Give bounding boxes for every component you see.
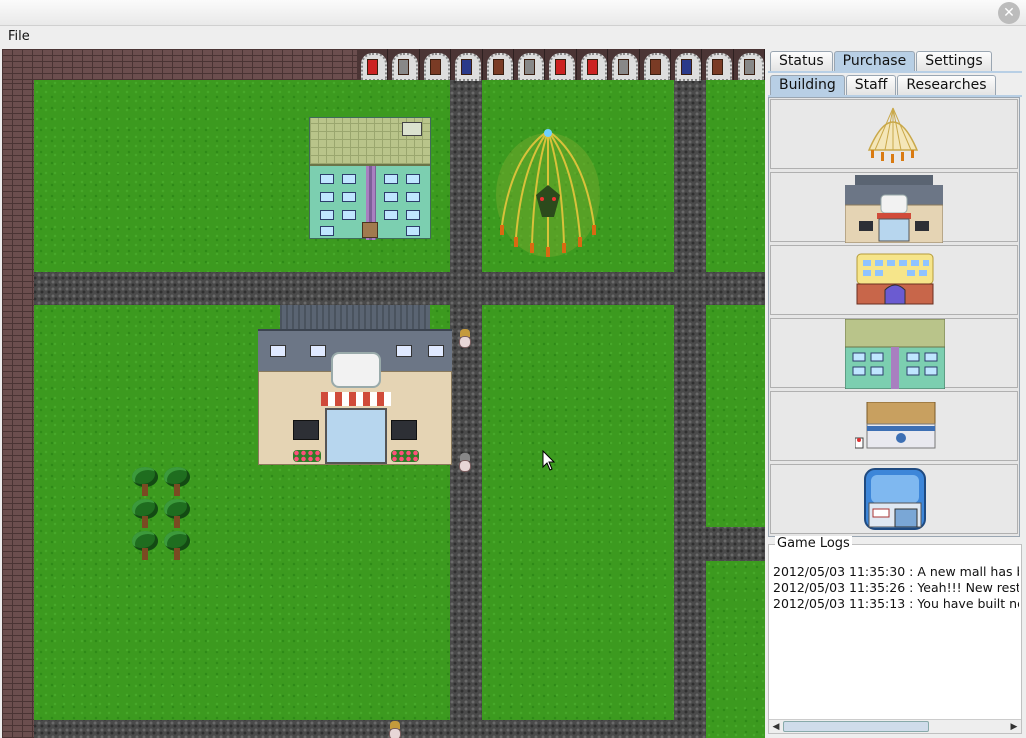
- blue-bank-building-icon: [864, 468, 926, 530]
- gate-icon: [513, 49, 546, 81]
- grass-lot[interactable]: [706, 305, 765, 527]
- building-option-mart[interactable]: [770, 391, 1018, 461]
- visitor-npc: [458, 453, 472, 473]
- gate-icon: [419, 49, 452, 81]
- tree-icon: [130, 499, 160, 529]
- building-option-willow-shrine[interactable]: [770, 99, 1018, 169]
- log-entry: 2012/05/03 11:35:30 : A new mall has be: [773, 564, 1019, 579]
- mall-building[interactable]: [258, 305, 452, 465]
- main-tabs: Status Purchase Settings: [770, 51, 993, 71]
- grass-lot[interactable]: [706, 80, 765, 272]
- tab-purchase[interactable]: Purchase: [833, 51, 916, 71]
- tab-underline: [768, 71, 1022, 73]
- gate-icon: [357, 49, 389, 81]
- menu-bar: File: [0, 26, 1026, 48]
- game-logs-title: Game Logs: [775, 536, 852, 551]
- tree-icon: [162, 467, 192, 497]
- game-map[interactable]: [2, 49, 765, 738]
- scroll-right-icon[interactable]: ▶: [1008, 721, 1020, 733]
- gate-icon: [639, 49, 671, 81]
- menu-file[interactable]: File: [8, 29, 30, 44]
- building-option-apartment[interactable]: [770, 318, 1018, 389]
- gate-icon: [670, 49, 703, 81]
- purchase-subtabs: Building Staff Researches: [770, 75, 997, 95]
- gate-icon: [545, 49, 577, 81]
- apartment-building-icon: [845, 319, 945, 389]
- grass-lot[interactable]: [482, 305, 674, 720]
- tab-settings[interactable]: Settings: [916, 51, 992, 71]
- log-entry: 2012/05/03 11:35:26 : Yeah!!! New rest: [773, 580, 1019, 595]
- tab-researches[interactable]: Researches: [897, 75, 996, 95]
- building-list: [768, 97, 1020, 537]
- boundary-wall-left: [2, 49, 34, 738]
- gate-icon: [733, 49, 765, 81]
- willow-shrine-building[interactable]: [492, 125, 604, 261]
- gate-icon: [451, 49, 483, 81]
- visitor-npc: [388, 721, 402, 738]
- tab-building[interactable]: Building: [770, 75, 845, 95]
- golden-dome-icon: [867, 107, 919, 163]
- log-entry: 2012/05/03 11:35:13 : You have built ne: [773, 596, 1019, 611]
- boundary-wall-top: [2, 49, 357, 80]
- tree-icon: [162, 531, 192, 561]
- tree-icon: [162, 499, 192, 529]
- visitor-npc: [458, 329, 472, 349]
- gate-icon: [608, 49, 640, 81]
- building-option-mall[interactable]: [770, 172, 1018, 243]
- gate-icon: [576, 49, 609, 81]
- window-titlebar: ✕: [0, 0, 1026, 26]
- mart-building-icon: [855, 402, 936, 449]
- gate-row: [357, 49, 765, 81]
- building-option-hotel[interactable]: [770, 245, 1018, 315]
- side-panel: Status Purchase Settings Building Staff …: [766, 49, 1026, 738]
- building-option-bank[interactable]: [770, 464, 1018, 534]
- close-icon[interactable]: ✕: [998, 2, 1020, 24]
- horizontal-scrollbar[interactable]: ◀ ▶: [769, 719, 1021, 733]
- hotel-building-icon: [856, 253, 934, 305]
- scroll-left-icon[interactable]: ◀: [770, 721, 782, 733]
- grass-lot[interactable]: [706, 561, 765, 738]
- gate-icon: [388, 49, 420, 81]
- mall-building-icon: [845, 175, 943, 243]
- tree-icon: [130, 467, 160, 497]
- tab-staff[interactable]: Staff: [845, 75, 897, 95]
- tab-status[interactable]: Status: [770, 51, 833, 71]
- apartment-building[interactable]: [309, 117, 431, 240]
- mouse-cursor-icon: [542, 450, 556, 471]
- game-logs-panel: Game Logs 2012/05/03 11:35:30 : A new ma…: [768, 536, 1022, 734]
- tree-icon: [130, 531, 160, 561]
- gate-icon: [702, 49, 734, 81]
- scrollbar-thumb[interactable]: [783, 721, 929, 732]
- gate-icon: [482, 49, 514, 81]
